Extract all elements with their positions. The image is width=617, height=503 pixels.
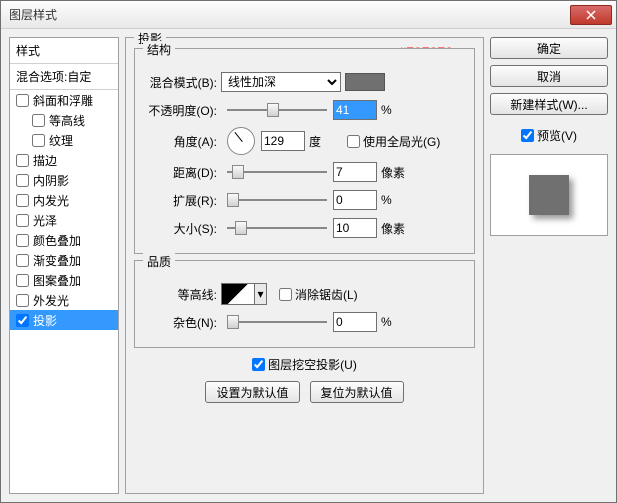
quality-label: 品质 [143,253,175,270]
contour-dropdown[interactable]: ▾ [255,283,267,305]
style-item-内阴影[interactable]: 内阴影 [10,170,118,190]
titlebar: 图层样式 [1,1,616,29]
spread-slider[interactable] [227,190,327,210]
preview-box [490,154,608,236]
style-item-label: 投影 [33,312,57,329]
style-item-描边[interactable]: 描边 [10,150,118,170]
style-item-checkbox[interactable] [16,234,29,247]
noise-label: 杂色(N): [145,314,221,331]
size-slider[interactable] [227,218,327,238]
spread-input[interactable] [333,190,377,210]
size-label: 大小(S): [145,220,221,237]
spread-label: 扩展(R): [145,192,221,209]
style-item-外发光[interactable]: 外发光 [10,290,118,310]
antialias-checkbox[interactable]: 消除锯齿(L) [279,286,358,303]
style-item-label: 渐变叠加 [33,252,81,269]
global-light-checkbox[interactable]: 使用全局光(G) [347,133,440,150]
style-item-label: 图案叠加 [33,272,81,289]
style-item-label: 内阴影 [33,172,69,189]
style-item-label: 外发光 [33,292,69,309]
blend-options-header[interactable]: 混合选项:自定 [10,64,118,90]
style-item-内发光[interactable]: 内发光 [10,190,118,210]
opacity-input[interactable] [333,100,377,120]
distance-slider[interactable] [227,162,327,182]
style-item-checkbox[interactable] [16,274,29,287]
opacity-label: 不透明度(O): [145,102,221,119]
structure-group: 结构 混合模式(B): 线性加深 不透明度(O): % 角度(A): [134,48,475,254]
style-item-checkbox[interactable] [16,174,29,187]
new-style-button[interactable]: 新建样式(W)... [490,93,608,115]
style-item-渐变叠加[interactable]: 渐变叠加 [10,250,118,270]
style-item-label: 斜面和浮雕 [33,92,93,109]
cancel-button[interactable]: 取消 [490,65,608,87]
make-default-button[interactable]: 设置为默认值 [205,381,299,403]
style-item-checkbox[interactable] [32,114,45,127]
size-unit: 像素 [381,220,411,237]
style-item-颜色叠加[interactable]: 颜色叠加 [10,230,118,250]
style-item-label: 光泽 [33,212,57,229]
style-item-checkbox[interactable] [16,294,29,307]
style-item-label: 颜色叠加 [33,232,81,249]
style-item-checkbox[interactable] [16,94,29,107]
style-item-checkbox[interactable] [32,134,45,147]
window-title: 图层样式 [9,6,570,23]
style-item-checkbox[interactable] [16,314,29,327]
blend-mode-select[interactable]: 线性加深 [221,72,341,92]
distance-input[interactable] [333,162,377,182]
style-item-斜面和浮雕[interactable]: 斜面和浮雕 [10,90,118,110]
reset-default-button[interactable]: 复位为默认值 [310,381,404,403]
size-input[interactable] [333,218,377,238]
preview-checkbox[interactable]: 预览(V) [490,127,608,144]
style-item-label: 等高线 [49,112,85,129]
style-item-光泽[interactable]: 光泽 [10,210,118,230]
style-item-checkbox[interactable] [16,214,29,227]
style-item-checkbox[interactable] [16,154,29,167]
noise-unit: % [381,315,411,329]
blend-mode-label: 混合模式(B): [145,74,221,91]
drop-shadow-panel: 投影 #707070 结构 混合模式(B): 线性加深 不透明度(O): % [125,37,484,494]
angle-unit: 度 [309,133,339,150]
style-list-header: 样式 [10,38,118,64]
style-item-图案叠加[interactable]: 图案叠加 [10,270,118,290]
style-item-checkbox[interactable] [16,254,29,267]
shadow-color-swatch[interactable] [345,73,385,91]
noise-slider[interactable] [227,312,327,332]
style-item-等高线[interactable]: 等高线 [10,110,118,130]
style-item-投影[interactable]: 投影 [10,310,118,330]
angle-input[interactable] [261,131,305,151]
ok-button[interactable]: 确定 [490,37,608,59]
contour-picker[interactable] [221,283,255,305]
close-icon [586,10,596,20]
style-item-label: 描边 [33,152,57,169]
preview-swatch [529,175,569,215]
structure-label: 结构 [143,41,175,58]
spread-unit: % [381,193,411,207]
angle-dial[interactable] [227,127,255,155]
style-item-纹理[interactable]: 纹理 [10,130,118,150]
style-item-label: 内发光 [33,192,69,209]
knockout-checkbox[interactable]: 图层挖空投影(U) [134,356,475,373]
quality-group: 品质 等高线: ▾ 消除锯齿(L) 杂色(N): % [134,260,475,348]
style-list: 样式 混合选项:自定 斜面和浮雕等高线纹理描边内阴影内发光光泽颜色叠加渐变叠加图… [9,37,119,494]
angle-label: 角度(A): [145,133,221,150]
noise-input[interactable] [333,312,377,332]
layer-style-dialog: 图层样式 样式 混合选项:自定 斜面和浮雕等高线纹理描边内阴影内发光光泽颜色叠加… [0,0,617,503]
style-item-checkbox[interactable] [16,194,29,207]
opacity-slider[interactable] [227,100,327,120]
opacity-unit: % [381,103,411,117]
close-button[interactable] [570,5,612,25]
style-item-label: 纹理 [49,132,73,149]
distance-unit: 像素 [381,164,411,181]
distance-label: 距离(D): [145,164,221,181]
contour-label: 等高线: [145,286,221,303]
